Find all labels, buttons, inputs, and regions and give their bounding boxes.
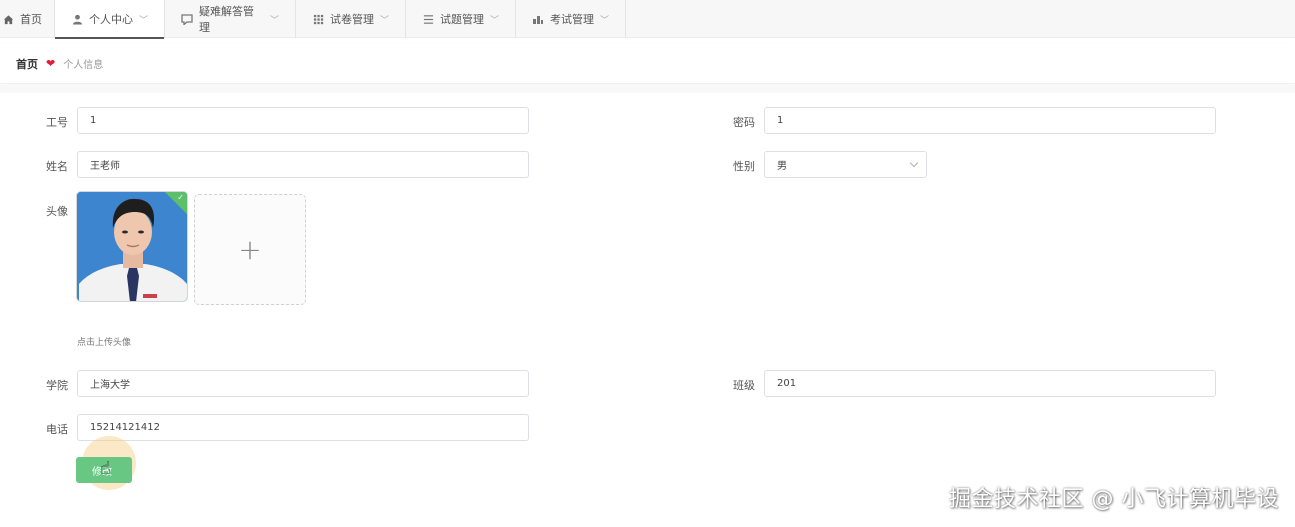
nav-item-label: 试题管理: [440, 13, 484, 26]
chevron-down-icon: [909, 158, 919, 168]
list-icon: [422, 13, 434, 25]
breadcrumb-home[interactable]: 首页: [16, 56, 38, 72]
college-value: 上海大学: [90, 380, 130, 391]
chevron-down-icon: ﹀: [379, 15, 389, 26]
chevron-down-icon: ﹀: [599, 15, 609, 26]
password-input[interactable]: 1: [764, 107, 1216, 134]
home-icon: [2, 13, 14, 25]
password-label: 密码: [733, 116, 755, 129]
nav-item-profile[interactable]: 个人中心 ﹀: [55, 0, 165, 39]
phone-value: 15214121412: [90, 422, 160, 433]
avatar-upload-button[interactable]: +: [194, 194, 306, 305]
name-input[interactable]: 王老师: [77, 151, 529, 178]
breadcrumb-current: 个人信息: [63, 60, 104, 71]
college-label: 学院: [46, 379, 68, 392]
exam-icon: [532, 13, 544, 25]
gender-value: 男: [777, 161, 787, 172]
password-value: 1: [777, 115, 784, 126]
breadcrumb: 首页 ❤ 个人信息: [0, 44, 1295, 84]
phone-label: 电话: [46, 423, 68, 436]
top-nav: 首页 个人中心 ﹀ 疑难解答管理 ﹀ 试卷管理 ﹀ 试题管理 ﹀ 考试管理 ﹀: [0, 0, 1295, 39]
class-label: 班级: [733, 379, 755, 392]
nav-item-exams[interactable]: 考试管理 ﹀: [516, 0, 626, 38]
gender-select[interactable]: 男: [764, 151, 927, 178]
watermark: 掘金技术社区 @ 小飞计算机毕设: [949, 487, 1279, 512]
nav-item-label: 疑难解答管理: [199, 5, 254, 34]
nav-item-papers[interactable]: 试卷管理 ﹀: [296, 0, 406, 38]
chevron-down-icon: ﹀: [269, 15, 279, 26]
nav-item-label: 首页: [20, 13, 42, 26]
avatar-photo: [77, 192, 187, 301]
nav-item-qa[interactable]: 疑难解答管理 ﹀: [165, 0, 296, 38]
class-value: 201: [777, 378, 797, 389]
nav-item-label: 考试管理: [550, 13, 594, 26]
id-input[interactable]: 1: [77, 107, 529, 134]
class-input[interactable]: 201: [764, 370, 1216, 397]
id-label: 工号: [46, 116, 68, 129]
chevron-down-icon: ﹀: [138, 15, 148, 26]
name-value: 王老师: [90, 161, 120, 172]
chevron-down-icon: ﹀: [489, 15, 499, 26]
grid-icon: [312, 13, 324, 25]
avatar[interactable]: ✓: [76, 191, 188, 302]
heart-icon: ❤: [46, 57, 56, 70]
avatar-hint: 点击上传头像: [77, 338, 132, 348]
nav-item-label: 个人中心: [89, 13, 133, 26]
section-gap: [0, 85, 1295, 93]
user-icon: [71, 13, 83, 25]
nav-item-home[interactable]: 首页: [0, 0, 55, 38]
plus-icon: +: [238, 232, 262, 266]
phone-input[interactable]: 15214121412: [77, 414, 529, 441]
college-input[interactable]: 上海大学: [77, 370, 529, 397]
avatar-label: 头像: [46, 205, 68, 218]
name-label: 姓名: [46, 160, 68, 173]
nav-item-questions[interactable]: 试题管理 ﹀: [406, 0, 516, 38]
qa-icon: [181, 13, 193, 25]
gender-label: 性别: [733, 160, 755, 173]
id-value: 1: [90, 115, 97, 126]
nav-item-label: 试卷管理: [330, 13, 374, 26]
hand-cursor-icon: ☝: [100, 458, 111, 479]
check-icon: ✓: [177, 193, 184, 202]
